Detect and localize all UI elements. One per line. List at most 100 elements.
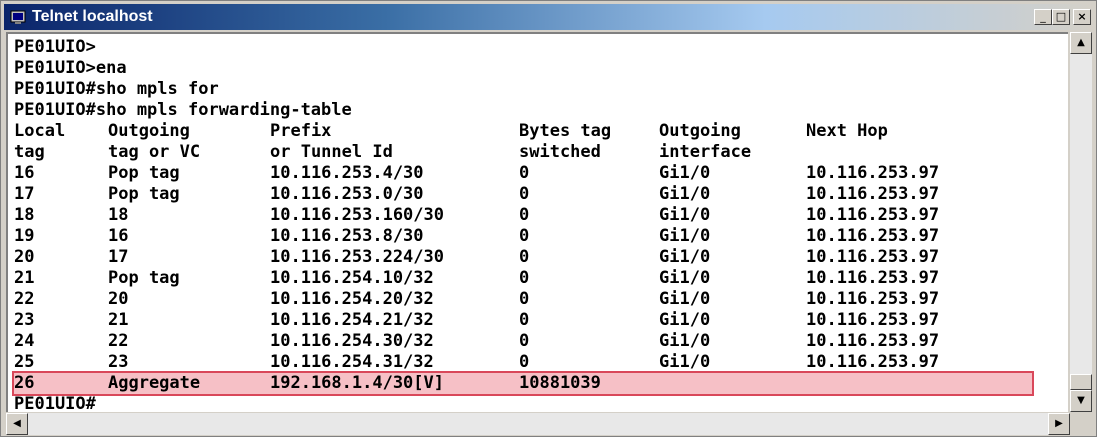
table-cell: 19 — [14, 226, 35, 246]
telnet-window: Telnet localhost _ □ × PE01UIO> PE01UIO>e… — [0, 0, 1097, 437]
arrow-left-icon[interactable]: ◀ — [6, 413, 28, 435]
table-cell: 10.116.253.224/30 — [270, 247, 444, 267]
table-row: 17 Pop tag 10.116.253.0/30 0 Gi1/0 10.116.253… — [14, 184, 1032, 205]
arrow-up-icon[interactable]: ▲ — [1070, 32, 1092, 54]
table-cell: Gi1/0 — [659, 226, 711, 246]
table-cell: 10.116.254.20/32 — [270, 289, 434, 309]
table-cell: 22 — [14, 289, 35, 309]
table-cell: 0 — [519, 289, 530, 309]
table-cell: 0 — [519, 226, 530, 246]
table-cell: 0 — [519, 247, 530, 267]
table-cell: 0 — [519, 268, 530, 288]
table-header-row: Local Outgoing Prefix Bytes tag Outgoing Next… — [14, 121, 1032, 142]
table-cell: 10.116.253.97 — [806, 205, 940, 225]
table-cell: Pop tag — [108, 163, 180, 183]
terminal-lines: PE01UIO> PE01UIO>ena PE01UIO#sho mpls for P… — [12, 37, 1034, 412]
table-cell: 10.116.253.160/30 — [270, 205, 444, 225]
resize-grip[interactable] — [1070, 413, 1092, 435]
table-cell: Aggregate — [108, 373, 201, 393]
table-cell: 10.116.253.97 — [806, 268, 940, 288]
table-cell: 10881039 — [519, 373, 601, 393]
table-cell: 10.116.253.97 — [806, 184, 940, 204]
table-cell: Gi1/0 — [659, 205, 711, 225]
arrow-right-icon[interactable]: ▶ — [1048, 413, 1070, 435]
table-cell: 17 — [14, 184, 35, 204]
table-cell: Outgoing — [659, 121, 741, 141]
table-row: 23 21 10.116.254.21/32 0 Gi1/0 10.116.253.97 — [14, 310, 1032, 331]
table-cell: 18 — [108, 205, 129, 225]
table-cell: 10.116.253.8/30 — [270, 226, 424, 246]
table-cell: Gi1/0 — [659, 184, 711, 204]
table-cell: 22 — [108, 331, 129, 351]
table-cell: 10.116.253.0/30 — [270, 184, 424, 204]
table-cell: 10.116.254.21/32 — [270, 310, 434, 330]
table-row: 16 Pop tag 10.116.253.4/30 0 Gi1/0 10.116.253… — [14, 163, 1032, 184]
terminal-output[interactable]: PE01UIO> PE01UIO>ena PE01UIO#sho mpls for P… — [6, 32, 1068, 412]
table-row: 25 23 10.116.254.31/32 0 Gi1/0 10.116.253.97 — [14, 352, 1032, 373]
vertical-scrollbar[interactable]: ▲ ▼ — [1070, 32, 1092, 412]
table-row: 18 18 10.116.253.160/30 0 Gi1/0 10.116.253.97 — [14, 205, 1032, 226]
table-cell: Gi1/0 — [659, 331, 711, 351]
table-cell: 10.116.254.10/32 — [270, 268, 434, 288]
table-cell: 0 — [519, 205, 530, 225]
table-cell: Gi1/0 — [659, 352, 711, 372]
table-cell: Gi1/0 — [659, 310, 711, 330]
table-cell: Pop tag — [108, 268, 180, 288]
table-cell: 10.116.254.30/32 — [270, 331, 434, 351]
table-cell: 21 — [108, 310, 129, 330]
vertical-scroll-thumb[interactable] — [1070, 374, 1092, 390]
table-cell: 25 — [14, 352, 35, 372]
table-row: 24 22 10.116.254.30/32 0 Gi1/0 10.116.253.97 — [14, 331, 1032, 352]
table-cell: 21 — [14, 268, 35, 288]
table-cell: Gi1/0 — [659, 247, 711, 267]
table-cell: 20 — [14, 247, 35, 267]
arrow-down-icon[interactable]: ▼ — [1070, 390, 1092, 412]
table-cell: 10.116.254.31/32 — [270, 352, 434, 372]
table-cell: Gi1/0 — [659, 163, 711, 183]
table-row: 19 16 10.116.253.8/30 0 Gi1/0 10.116.253.97 — [14, 226, 1032, 247]
table-cell: Bytes tag — [519, 121, 612, 141]
highlighted-table-row: 26 Aggregate 192.168.1.4/30[V] 10881039 — [12, 371, 1034, 396]
command-line: PE01UIO> — [14, 37, 96, 57]
table-cell: Outgoing — [108, 121, 190, 141]
command-line: PE01UIO>ena — [14, 58, 127, 78]
table-cell: or Tunnel Id — [270, 142, 393, 162]
table-cell: 10.116.253.97 — [806, 331, 940, 351]
table-cell: Pop tag — [108, 184, 180, 204]
table-cell: 10.116.253.97 — [806, 247, 940, 267]
minimize-button[interactable]: _ — [1034, 9, 1052, 25]
command-line: PE01UIO#sho mpls forwarding-table — [14, 100, 352, 120]
title-bar[interactable]: Telnet localhost _ □ × — [4, 4, 1092, 30]
table-cell: tag or VC — [108, 142, 201, 162]
table-row: 22 20 10.116.254.20/32 0 Gi1/0 10.116.253.97 — [14, 289, 1032, 310]
table-cell: 16 — [14, 163, 35, 183]
table-cell: 0 — [519, 310, 530, 330]
table-cell: 0 — [519, 163, 530, 183]
table-cell: 0 — [519, 331, 530, 351]
table-cell: 24 — [14, 331, 35, 351]
table-cell: 10.116.253.97 — [806, 310, 940, 330]
table-cell: 20 — [108, 289, 129, 309]
table-cell: 0 — [519, 184, 530, 204]
table-cell: Next Hop — [806, 121, 888, 141]
table-cell: 18 — [14, 205, 35, 225]
table-cell: Gi1/0 — [659, 289, 711, 309]
table-cell: 26 — [14, 373, 35, 393]
table-cell: switched — [519, 142, 601, 162]
table-cell: 10.116.253.97 — [806, 226, 940, 246]
table-cell: Prefix — [270, 121, 332, 141]
table-cell: 23 — [14, 310, 35, 330]
maximize-button[interactable]: □ — [1052, 9, 1070, 25]
close-button[interactable]: × — [1073, 9, 1091, 25]
table-cell: 10.116.253.97 — [806, 289, 940, 309]
horizontal-scrollbar[interactable]: ◀ ▶ — [6, 413, 1070, 435]
table-cell: 16 — [108, 226, 129, 246]
telnet-app-icon — [10, 10, 26, 24]
table-header-row: tag tag or VC or Tunnel Id switched interfac… — [14, 142, 1032, 163]
table-cell: 10.116.253.4/30 — [270, 163, 424, 183]
table-cell: 0 — [519, 352, 530, 372]
command-line: PE01UIO#sho mpls for — [14, 79, 219, 99]
table-cell: 23 — [108, 352, 129, 372]
table-cell: 192.168.1.4/30[V] — [270, 373, 444, 393]
table-cell: interface — [659, 142, 752, 162]
